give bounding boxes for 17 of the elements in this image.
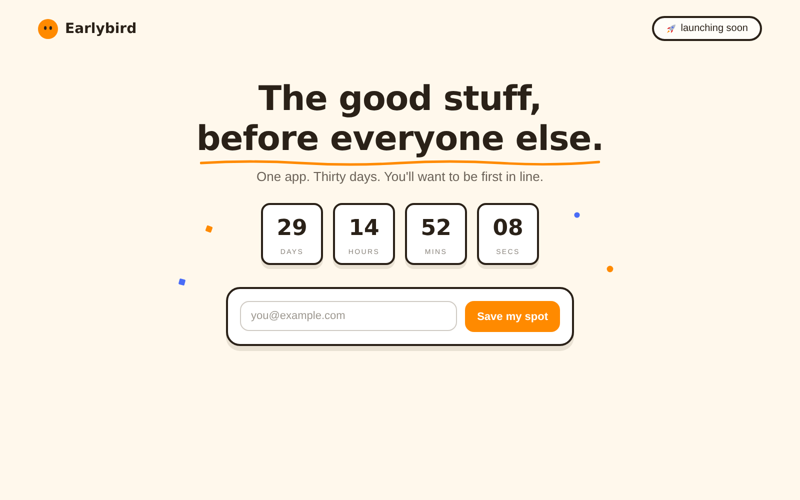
confetti-piece <box>178 278 186 286</box>
countdown-value: 29 <box>276 216 308 241</box>
confetti-dot <box>574 212 580 218</box>
confetti-dot <box>606 266 614 272</box>
save-my-spot-button[interactable]: Save my spot <box>465 301 560 332</box>
countdown-value: 52 <box>420 216 452 241</box>
countdown-value: 08 <box>492 216 524 241</box>
confetti-piece <box>205 225 213 233</box>
headline: before everyone else. <box>196 119 604 159</box>
brand-name: Earlybird <box>65 20 137 36</box>
subtitle: One app. Thirty days. You'll want to be first in line. <box>256 169 544 184</box>
launching-soon-badge: launching soon <box>652 16 762 41</box>
countdown-value: 14 <box>348 216 380 241</box>
bird-logo-icon <box>38 18 58 38</box>
email-field[interactable]: you@example.com <box>240 301 458 331</box>
rocket-icon <box>666 24 676 34</box>
headline: The good stuff, <box>258 79 542 119</box>
